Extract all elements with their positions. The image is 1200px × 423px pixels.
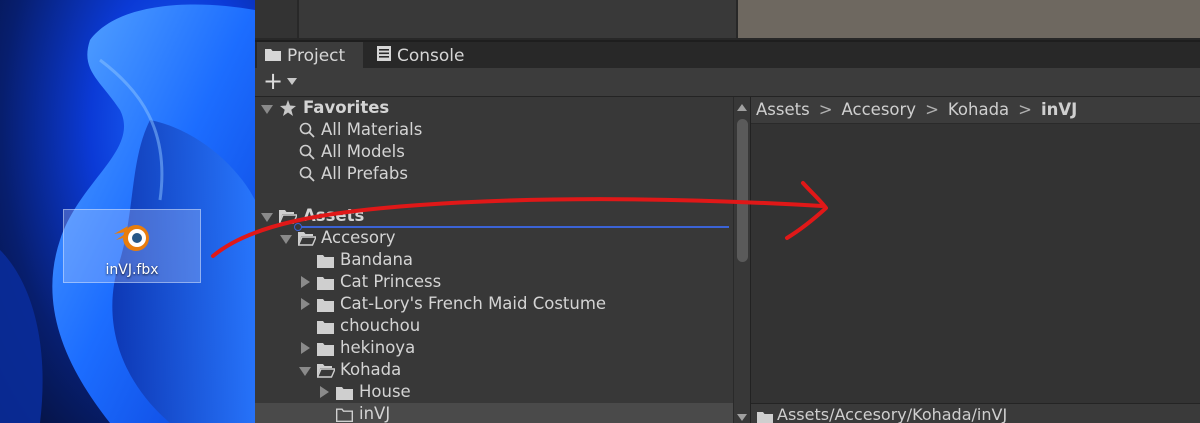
favorite-label: All Prefabs (321, 164, 408, 183)
tab-project[interactable]: Project (257, 42, 363, 70)
tree-item-invj[interactable]: inVJ (255, 403, 733, 423)
scroll-up-arrow-icon[interactable] (737, 104, 747, 111)
folder-label: inVJ (359, 404, 391, 423)
desktop-background: inVJ.fbx (0, 0, 255, 423)
breadcrumb-item-kohada[interactable]: Kohada (948, 100, 1009, 119)
unity-editor: Project Console + Favorites All Material… (255, 0, 1200, 423)
tab-project-label: Project (287, 46, 346, 66)
favorites-label: Favorites (303, 98, 390, 117)
collapse-arrow-icon[interactable] (299, 367, 311, 376)
tree-item-accesory[interactable]: Accesory (255, 227, 733, 249)
folder-label: House (359, 382, 411, 401)
tab-bar: Project Console (255, 40, 1200, 70)
tree-item-assets[interactable]: Assets (255, 205, 733, 227)
top-panels (255, 0, 1200, 40)
tree-item-all-models[interactable]: All Models (255, 141, 733, 163)
console-icon (377, 42, 391, 70)
folder-label: chouchou (340, 316, 421, 335)
tree-item-chouchou[interactable]: chouchou (255, 315, 733, 337)
add-button[interactable]: + (263, 68, 283, 95)
folder-label: hekinoya (340, 338, 416, 357)
path-status-bar: Assets/Accesory/Kohada/inVJ (751, 403, 1200, 423)
folder-label: Accesory (321, 228, 396, 247)
folder-icon (757, 408, 773, 423)
expand-arrow-icon[interactable] (301, 342, 310, 354)
breadcrumb-item-invj[interactable]: inVJ (1041, 100, 1077, 119)
expand-arrow-icon[interactable] (301, 298, 310, 310)
collapse-arrow-icon[interactable] (280, 235, 292, 244)
scrollbar-thumb[interactable] (737, 119, 748, 262)
status-path-label: Assets/Accesory/Kohada/inVJ (777, 405, 1008, 423)
collapse-arrow-icon[interactable] (261, 105, 273, 114)
project-toolbar: + (255, 68, 1200, 97)
breadcrumb-separator: > (818, 100, 833, 119)
hierarchy-panel-edge (255, 0, 297, 38)
folder-label: Kohada (340, 360, 402, 379)
collapse-arrow-icon[interactable] (261, 213, 273, 222)
folder-label: Cat-Lory's French Maid Costume (340, 294, 607, 313)
breadcrumb-item-assets[interactable]: Assets (756, 100, 810, 119)
folder-label: Bandana (340, 250, 414, 269)
expand-arrow-icon[interactable] (320, 386, 329, 398)
tree-item-kohada[interactable]: Kohada (255, 359, 733, 381)
assets-label: Assets (303, 206, 365, 225)
game-view-edge (738, 0, 1200, 38)
breadcrumb-separator: > (1018, 100, 1032, 119)
breadcrumb: Assets > Accesory > Kohada > inVJ (751, 97, 1200, 124)
scene-panel-edge (299, 0, 736, 38)
tree-item-hekinoya[interactable]: hekinoya (255, 337, 733, 359)
tree-item-cat-princess[interactable]: Cat Princess (255, 271, 733, 293)
blender-file-icon (114, 225, 149, 251)
file-icon-label: inVJ.fbx (105, 262, 159, 278)
favorite-label: All Models (321, 142, 405, 161)
breadcrumb-separator: > (925, 100, 939, 119)
expand-arrow-icon[interactable] (301, 276, 310, 288)
tree-item-favorites[interactable]: Favorites (255, 97, 733, 119)
drop-insertion-line (296, 226, 729, 228)
breadcrumb-item-accesory[interactable]: Accesory (842, 100, 917, 119)
add-dropdown-caret-icon[interactable] (287, 78, 297, 85)
favorite-label: All Materials (321, 120, 423, 139)
folder-contents-panel[interactable]: Assets > Accesory > Kohada > inVJ Assets/Acces… (751, 97, 1200, 423)
tree-item-all-prefabs[interactable]: All Prefabs (255, 163, 733, 185)
tab-console[interactable]: Console (377, 42, 487, 70)
desktop-file-icon[interactable]: inVJ.fbx (63, 209, 201, 283)
tree-item-cat-lory[interactable]: Cat-Lory's French Maid Costume (255, 293, 733, 315)
empty-folder-icon (336, 406, 353, 423)
tree-scrollbar[interactable] (733, 97, 751, 423)
search-icon (299, 166, 315, 188)
tree-item-all-materials[interactable]: All Materials (255, 119, 733, 141)
tab-console-label: Console (397, 46, 465, 66)
folder-label: Cat Princess (340, 272, 442, 291)
project-folder-tree: Favorites All Materials All Models All P… (255, 97, 733, 423)
tree-item-house[interactable]: House (255, 381, 733, 403)
drop-insertion-marker (294, 223, 302, 231)
folder-icon (265, 42, 281, 70)
scroll-down-arrow-icon[interactable] (737, 414, 747, 421)
tree-item-bandana[interactable]: Bandana (255, 249, 733, 271)
